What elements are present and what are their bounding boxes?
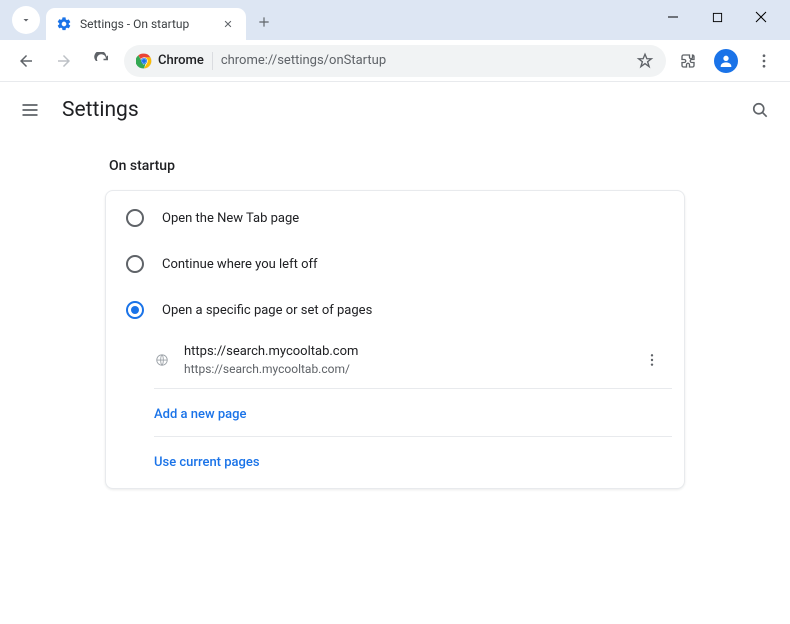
radio-icon: [126, 301, 144, 319]
avatar-icon: [714, 49, 738, 73]
add-page-row: Add a new page: [154, 389, 672, 436]
window-titlebar: Settings - On startup: [0, 0, 790, 40]
site-chip[interactable]: Chrome: [136, 53, 204, 69]
page-title: Settings: [62, 98, 750, 122]
chrome-logo-icon: [136, 53, 152, 69]
close-icon: [755, 11, 767, 23]
window-controls: [658, 2, 782, 40]
more-vertical-icon: [644, 352, 660, 368]
settings-page: Settings On startup Open the New Tab pag…: [0, 82, 790, 624]
tab-title: Settings - On startup: [80, 17, 212, 31]
startup-card: Open the New Tab page Continue where you…: [105, 190, 685, 489]
browser-toolbar: Chrome chrome://settings/onStartup: [0, 40, 790, 82]
back-button[interactable]: [10, 45, 42, 77]
startup-pages-list: https://search.mycooltab.com https://sea…: [154, 333, 684, 484]
startup-page-row: https://search.mycooltab.com https://sea…: [154, 333, 672, 389]
reload-button[interactable]: [86, 45, 118, 77]
radio-label: Open a specific page or set of pages: [162, 303, 372, 318]
plus-icon: [257, 15, 271, 29]
maximize-icon: [712, 12, 723, 23]
radio-icon: [126, 255, 144, 273]
page-row-menu-button[interactable]: [640, 348, 664, 372]
app-menu-button[interactable]: [748, 45, 780, 77]
radio-label: Continue where you left off: [162, 257, 318, 272]
profile-button[interactable]: [710, 45, 742, 77]
omnibox-separator: [212, 52, 213, 70]
use-current-row: Use current pages: [154, 436, 672, 484]
radio-continue[interactable]: Continue where you left off: [106, 241, 684, 287]
radio-open-specific[interactable]: Open a specific page or set of pages: [106, 287, 684, 333]
maximize-button[interactable]: [702, 2, 732, 32]
omnibox[interactable]: Chrome chrome://settings/onStartup: [124, 45, 666, 77]
minimize-icon: [667, 11, 679, 23]
omnibox-url: chrome://settings/onStartup: [221, 53, 628, 68]
arrow-left-icon: [17, 52, 35, 70]
startup-page-url: https://search.mycooltab.com/: [184, 361, 640, 378]
extensions-button[interactable]: [672, 45, 704, 77]
more-vertical-icon: [755, 52, 773, 70]
section-title: On startup: [109, 158, 685, 174]
radio-label: Open the New Tab page: [162, 211, 299, 226]
use-current-pages-link[interactable]: Use current pages: [154, 455, 260, 470]
radio-open-new-tab[interactable]: Open the New Tab page: [106, 195, 684, 241]
forward-button[interactable]: [48, 45, 80, 77]
arrow-right-icon: [55, 52, 73, 70]
new-tab-button[interactable]: [250, 8, 278, 36]
minimize-button[interactable]: [658, 2, 688, 32]
tab-search-button[interactable]: [12, 6, 40, 34]
settings-content: On startup Open the New Tab page Continu…: [95, 158, 695, 489]
radio-icon: [126, 209, 144, 227]
globe-icon: [154, 352, 170, 368]
browser-tab[interactable]: Settings - On startup: [46, 8, 246, 40]
reload-icon: [93, 52, 111, 70]
close-tab-button[interactable]: [220, 16, 236, 32]
gear-icon: [56, 16, 72, 32]
bookmark-button[interactable]: [636, 52, 654, 70]
search-settings-button[interactable]: [750, 100, 770, 120]
star-icon: [636, 52, 654, 70]
puzzle-icon: [679, 52, 697, 70]
site-chip-label: Chrome: [158, 53, 204, 68]
startup-page-name: https://search.mycooltab.com: [184, 343, 640, 361]
menu-button[interactable]: [20, 100, 44, 120]
page-header: Settings: [0, 82, 790, 138]
hamburger-icon: [20, 100, 40, 120]
search-icon: [750, 100, 770, 120]
close-icon: [223, 19, 233, 29]
close-window-button[interactable]: [746, 2, 776, 32]
chevron-down-icon: [20, 14, 32, 26]
add-new-page-link[interactable]: Add a new page: [154, 407, 246, 422]
